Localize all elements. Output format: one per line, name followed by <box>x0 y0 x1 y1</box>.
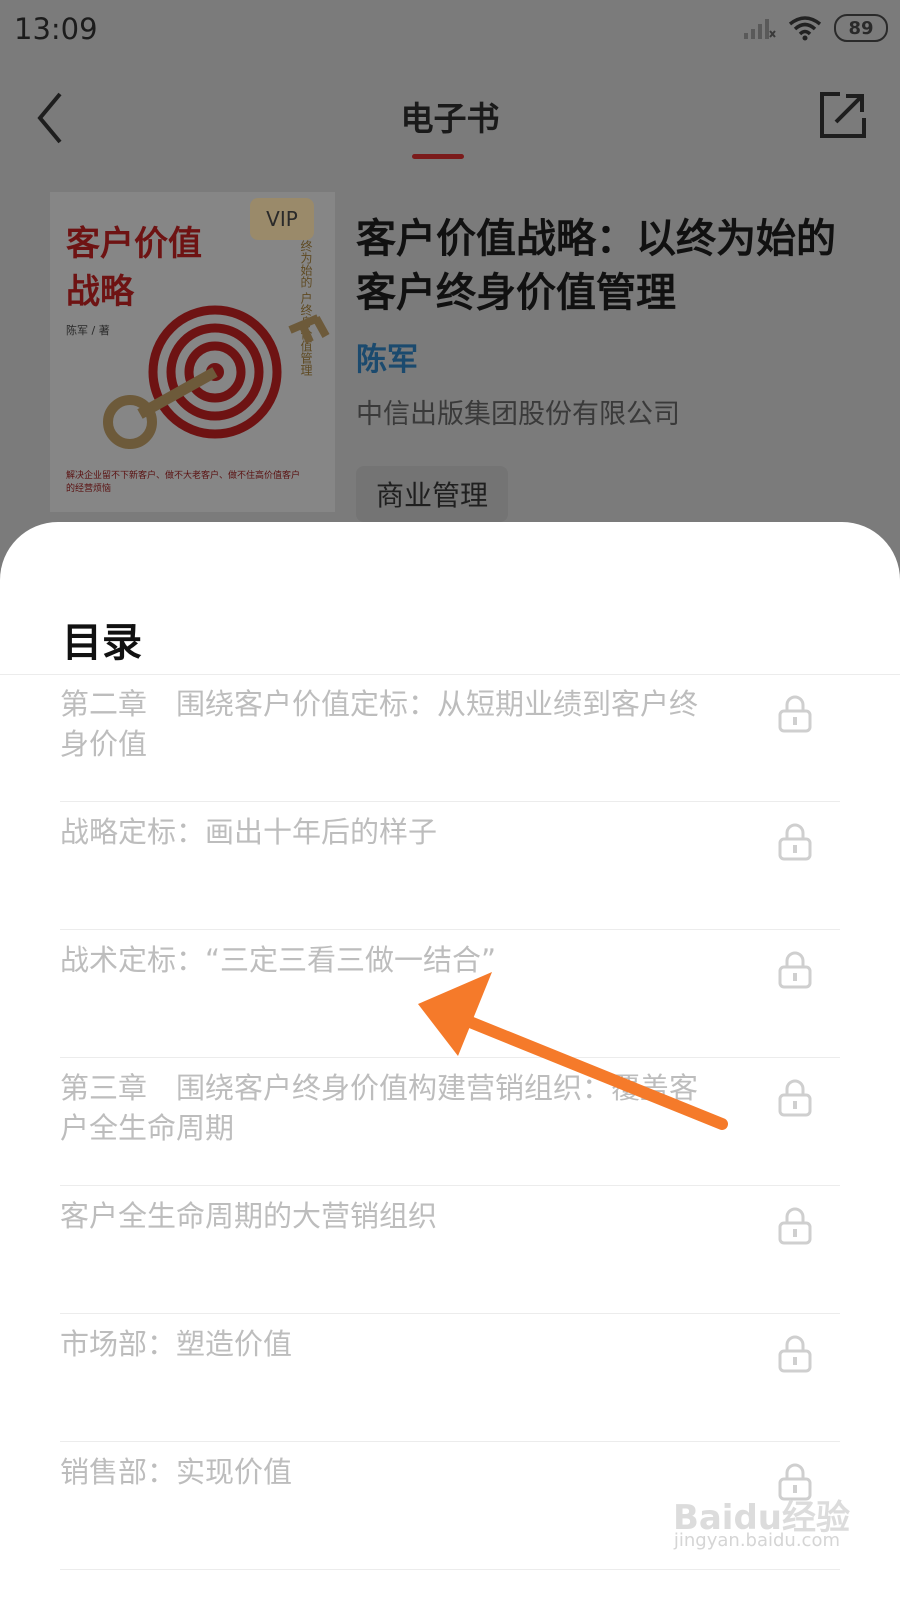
signal-icon <box>744 19 776 39</box>
toc-item-label: 第三章 围绕客户终身价值构建营销组织：覆盖客户全生命周期 <box>60 1071 699 1145</box>
toc-title: 目录 <box>62 620 142 666</box>
toc-item-label: 客户全生命周期的大营销组织 <box>60 1199 438 1233</box>
toc-sheet: 目录 第二章 围绕客户价值定标：从短期业绩到客户终身价值 战略定标：画出十年后的… <box>0 522 900 1600</box>
battery-icon: 89 <box>834 14 888 42</box>
toc-item-label: 销售部：实现价值 <box>60 1455 293 1489</box>
watermark-url: jingyan.baidu.com <box>673 1530 840 1551</box>
target-key-icon <box>103 305 330 449</box>
toc-list: 第二章 围绕客户价值定标：从短期业绩到客户终身价值 战略定标：画出十年后的样子 … <box>60 674 840 1570</box>
book-publisher: 中信出版集团股份有限公司 <box>356 399 680 430</box>
page-title: 电子书 <box>400 99 500 138</box>
lock-icon <box>778 1335 812 1373</box>
toc-item[interactable]: 第三章 围绕客户终身价值构建营销组织：覆盖客户全生命周期 <box>60 1058 840 1186</box>
category-tag[interactable]: 商业管理 <box>356 466 509 522</box>
cover-blurb: 解决企业留不下新客户、做不大老客户、做不住高价值客户的经营烦恼 <box>66 471 301 494</box>
lock-icon <box>778 1079 812 1117</box>
book-cover[interactable]: 客户价值 战略 陈军 / 著 VIP 终为始的 户终身价值管理 解决企业留不下新… <box>50 192 335 512</box>
toc-item-label: 战略定标：画出十年后的样子 <box>60 815 438 849</box>
lock-icon <box>778 951 812 989</box>
toc-item-label: 市场部：塑造价值 <box>60 1327 293 1361</box>
vip-badge: VIP <box>250 198 314 240</box>
status-bar: 13:09 89 <box>0 0 900 64</box>
toc-item[interactable]: 战术定标：“三定三看三做一结合” <box>60 930 840 1058</box>
book-info: 客户价值 战略 陈军 / 著 VIP 终为始的 户终身价值管理 解决企业留不下新… <box>40 192 860 532</box>
status-icons: 89 <box>742 14 888 42</box>
book-title: 客户价值战略：以终为始的客户终身价值管理 <box>356 216 836 316</box>
toc-item[interactable]: 战略定标：画出十年后的样子 <box>60 802 840 930</box>
wifi-icon <box>788 16 822 41</box>
lock-icon <box>778 1207 812 1245</box>
lock-icon <box>778 695 812 733</box>
share-icon[interactable] <box>816 88 870 142</box>
toc-item-label: 战术定标：“三定三看三做一结合” <box>60 943 497 977</box>
toc-item[interactable]: 市场部：塑造价值 <box>60 1314 840 1442</box>
book-author-link[interactable]: 陈军 <box>356 334 418 379</box>
nav-bar: 电子书 <box>0 70 900 170</box>
toc-item[interactable]: 第二章 围绕客户价值定标：从短期业绩到客户终身价值 <box>60 674 840 802</box>
toc-item-label: 第二章 围绕客户价值定标：从短期业绩到客户终身价值 <box>60 687 699 761</box>
status-time: 13:09 <box>14 12 98 46</box>
toc-item[interactable]: 客户全生命周期的大营销组织 <box>60 1186 840 1314</box>
lock-icon <box>778 823 812 861</box>
title-underline <box>412 154 464 159</box>
